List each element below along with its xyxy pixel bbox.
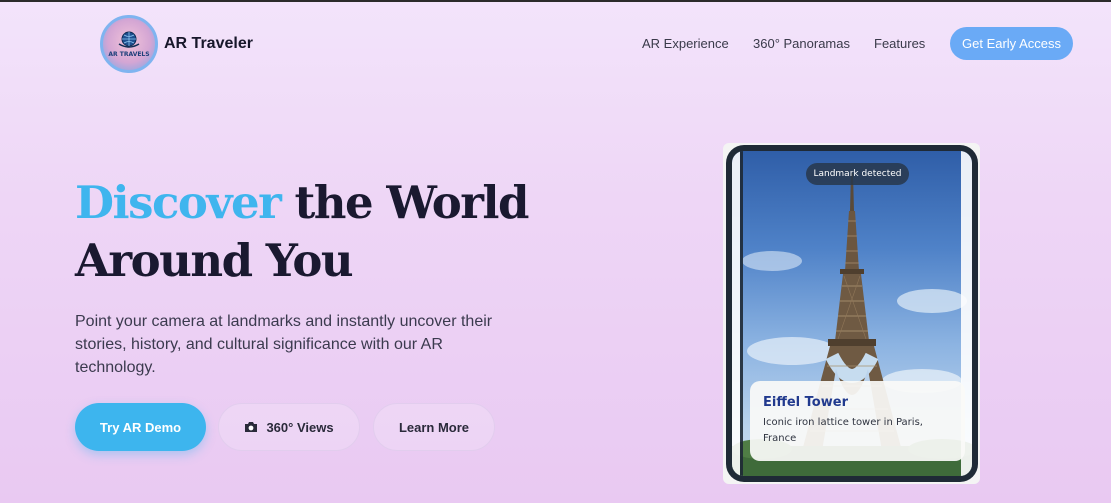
- hero-title: Discover the World Around You: [75, 174, 595, 290]
- globe-logo-icon: [118, 31, 140, 48]
- hero-title-accent: Discover: [75, 176, 282, 229]
- landmark-description: Iconic iron lattice tower in Paris, Fran…: [763, 417, 923, 444]
- top-navigation: AR TRAVELS AR Traveler AR Experience 360…: [0, 2, 1111, 86]
- nav-360-panoramas[interactable]: 360° Panoramas: [753, 36, 850, 51]
- try-ar-demo-label: Try AR Demo: [99, 419, 182, 435]
- landmark-title: Eiffel Tower: [763, 395, 848, 410]
- brand-name[interactable]: AR Traveler: [164, 35, 253, 53]
- 360-views-label: 360° Views: [266, 419, 334, 435]
- learn-more-label: Learn More: [398, 419, 470, 435]
- logo-text: AR TRAVELS: [108, 51, 150, 58]
- hero-description: Point your camera at landmarks and insta…: [75, 313, 493, 376]
- try-ar-demo-button[interactable]: Try AR Demo: [75, 403, 206, 451]
- camera-icon: [245, 422, 258, 432]
- 360-views-button[interactable]: 360° Views: [218, 403, 360, 451]
- logo[interactable]: AR TRAVELS: [100, 15, 158, 73]
- learn-more-button[interactable]: Learn More: [373, 403, 495, 451]
- nav-features[interactable]: Features: [874, 36, 925, 51]
- phone-mockup: Landmark detected Eiffel Tower Iconic ir…: [726, 145, 978, 482]
- phone-screen: Landmark detected Eiffel Tower Iconic ir…: [732, 151, 972, 476]
- landmark-detected-badge: Landmark detected: [806, 163, 909, 185]
- landmark-info-card[interactable]: Eiffel Tower Iconic iron lattice tower i…: [750, 381, 965, 461]
- nav-ar-experience[interactable]: AR Experience: [642, 36, 729, 51]
- get-early-access-button[interactable]: Get Early Access: [950, 27, 1073, 60]
